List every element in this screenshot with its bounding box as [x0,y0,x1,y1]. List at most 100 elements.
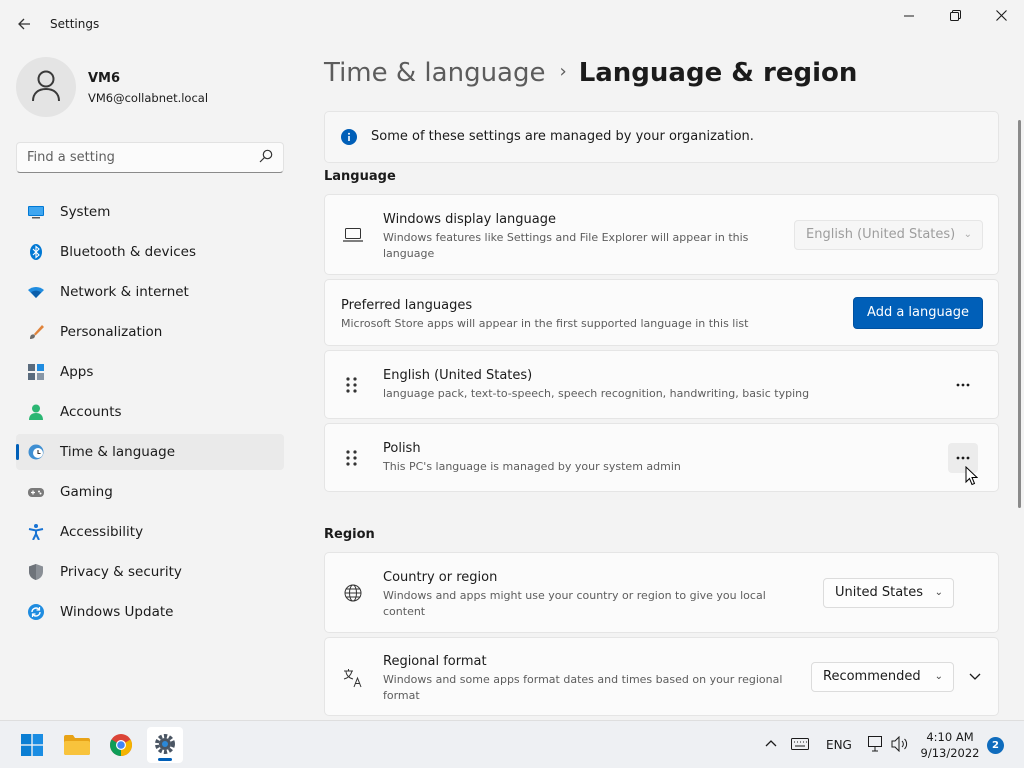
breadcrumb: Time & language › Language & region [324,58,857,88]
regional-format-title: Regional format [383,654,487,669]
country-region-value: United States [835,585,924,600]
sidebar-item-bluetooth[interactable]: Bluetooth & devices [16,234,284,270]
bluetooth-icon [30,244,42,260]
title-bar: Settings [0,0,1024,48]
language-item-english[interactable]: English (United States) language pack, t… [324,350,999,419]
avatar[interactable] [16,57,76,117]
sidebar-item-label: Windows Update [60,604,174,620]
update-icon [28,604,44,620]
brush-icon [30,325,44,339]
regional-format-dropdown[interactable]: Recommended ⌄ [811,662,954,692]
info-banner: Some of these settings are managed by yo… [324,111,999,163]
gamepad-icon [28,488,44,497]
clock-time: 4:10 AM [926,730,974,744]
notification-badge[interactable]: 2 [987,737,1004,754]
sidebar-item-label: Gaming [60,484,113,500]
laptop-icon [343,228,363,242]
language-details: This PC's language is managed by your sy… [383,460,681,473]
user-icon [32,70,60,102]
globe-clock-icon [28,444,44,460]
sidebar-item-label: Apps [60,364,94,380]
page-title: Language & region [578,58,858,88]
volume-icon[interactable] [891,736,909,752]
shield-icon [29,564,43,580]
start-button[interactable] [14,727,50,763]
display-language-value: English (United States) [806,227,956,242]
regional-format-card[interactable]: Regional format Windows and some apps fo… [324,637,999,716]
file-explorer-button[interactable] [59,727,95,763]
chevron-down-icon: ⌄ [934,671,943,682]
mouse-cursor-icon [965,466,978,486]
clock-date: 9/13/2022 [920,746,980,760]
sidebar-item-label: Accessibility [60,524,144,540]
sidebar-item-accessibility[interactable]: Accessibility [16,514,284,550]
sidebar-item-label: Time & language [60,444,176,460]
language-item-polish[interactable]: Polish This PC's language is managed by … [324,423,999,492]
system-icon [28,206,44,219]
sidebar-item-label: Accounts [60,404,122,420]
display-language-card: Windows display language Windows feature… [324,194,999,275]
search-icon[interactable] [259,149,273,163]
minimize-icon [904,15,914,17]
sidebar-item-label: Privacy & security [60,564,182,580]
sidebar-item-system[interactable]: System [16,194,284,230]
section-title-region: Region [324,527,375,542]
sidebar-item-gaming[interactable]: Gaming [16,474,284,510]
input-language-indicator[interactable]: ENG [826,738,852,752]
person-icon [29,404,43,420]
drag-handle-icon[interactable] [345,377,359,393]
info-icon [341,129,357,145]
close-button[interactable] [978,4,1024,30]
country-region-description: Windows and apps might use your country … [383,589,766,618]
restore-icon [949,10,961,21]
drag-handle-icon[interactable] [345,450,359,466]
app-title: Settings [50,17,100,31]
file-explorer-icon [64,735,90,755]
start-icon [21,734,43,756]
settings-icon [155,734,175,754]
network-icon[interactable] [866,736,884,752]
language-format-icon [343,669,362,688]
wifi-icon [28,287,44,298]
sidebar-item-windows-update[interactable]: Windows Update [16,594,284,630]
country-region-dropdown[interactable]: United States ⌄ [823,578,954,608]
scrollbar[interactable] [1018,120,1021,508]
sidebar-item-apps[interactable]: Apps [16,354,284,390]
sidebar-item-label: System [60,204,111,220]
chrome-button[interactable] [103,727,139,763]
breadcrumb-separator: › [559,61,567,82]
sidebar-item-label: Network & internet [60,284,189,300]
info-banner-text: Some of these settings are managed by yo… [371,129,754,144]
regional-format-value: Recommended [823,669,921,684]
sidebar-item-network[interactable]: Network & internet [16,274,284,310]
back-button[interactable] [10,10,38,38]
sidebar-nav: System Bluetooth & devices Network & int… [16,194,284,634]
accessibility-icon [28,524,44,540]
sidebar-item-personalization[interactable]: Personalization [16,314,284,350]
add-language-button[interactable]: Add a language [853,297,983,329]
search-box[interactable] [16,142,284,173]
back-arrow-icon [18,18,30,30]
sidebar-item-privacy[interactable]: Privacy & security [16,554,284,590]
taskbar: ENG 4:10 AM 9/13/2022 2 [0,720,1024,768]
ellipsis-icon [956,383,970,387]
chevron-down-icon: ⌄ [934,587,943,598]
search-input[interactable] [17,143,247,172]
regional-format-description: Windows and some apps format dates and t… [383,673,783,702]
keyboard-icon[interactable] [791,738,809,750]
more-options-button[interactable] [948,370,978,400]
maximize-button[interactable] [932,4,978,30]
apps-icon [28,364,44,380]
chevron-up-icon[interactable] [765,739,777,747]
settings-taskbar-button[interactable] [147,727,183,763]
language-details: language pack, text-to-speech, speech re… [383,387,810,400]
clock[interactable]: 4:10 AM 9/13/2022 [918,729,982,761]
sidebar-item-accounts[interactable]: Accounts [16,394,284,430]
chrome-icon [110,734,132,756]
display-language-description: Windows features like Settings and File … [383,231,749,260]
country-region-card: Country or region Windows and apps might… [324,552,999,633]
breadcrumb-parent[interactable]: Time & language [324,58,545,88]
minimize-button[interactable] [886,4,932,30]
sidebar-item-time-language[interactable]: Time & language [16,434,284,470]
expand-chevron-icon[interactable] [969,673,981,681]
